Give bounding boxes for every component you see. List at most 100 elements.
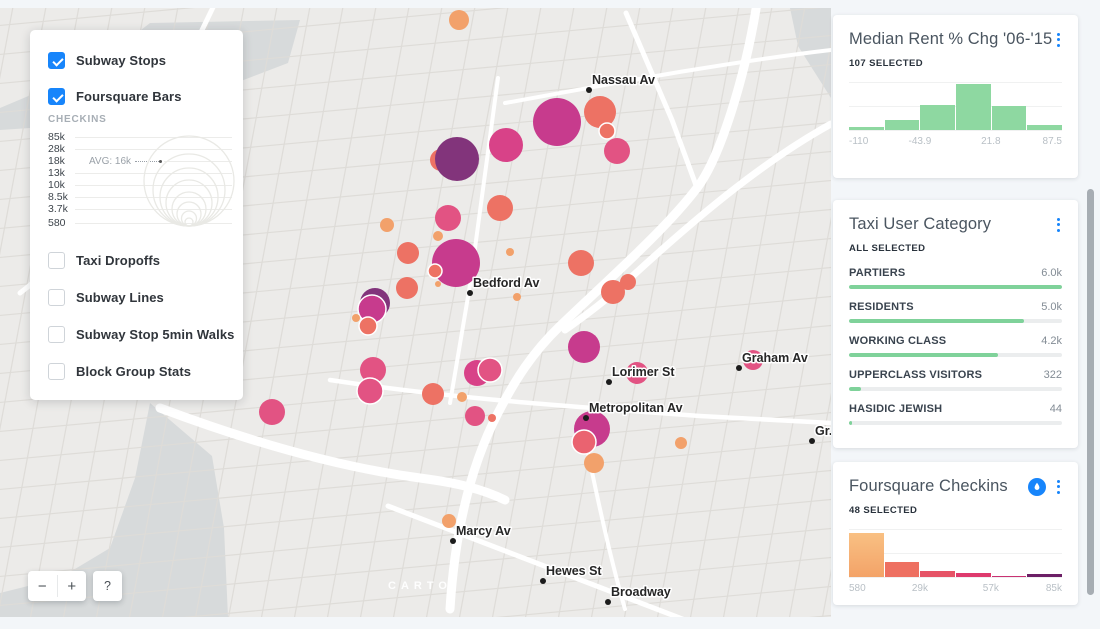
- checkins-histogram[interactable]: [849, 529, 1062, 577]
- style-by-value-badge[interactable]: [1028, 478, 1046, 496]
- axis-tick-label: 87.5: [1043, 136, 1062, 147]
- histogram-bar[interactable]: [992, 106, 1027, 130]
- subway-stop-dot[interactable]: [586, 87, 592, 93]
- histogram-bar[interactable]: [956, 573, 991, 577]
- avg-annotation: AVG: 16k: [75, 156, 135, 167]
- foursquare-bar-bubble[interactable]: [601, 280, 625, 304]
- subway-stop-dot[interactable]: [606, 379, 612, 385]
- foursquare-bar-bubble[interactable]: [357, 378, 383, 404]
- foursquare-bar-bubble[interactable]: [478, 358, 502, 382]
- histogram-bar[interactable]: [992, 576, 1027, 578]
- axis-tick-label: 580: [849, 583, 866, 594]
- foursquare-bar-bubble[interactable]: [435, 205, 461, 231]
- foursquare-bar-bubble[interactable]: [489, 128, 523, 162]
- rent-histogram[interactable]: [849, 82, 1062, 130]
- foursquare-bar-bubble[interactable]: [584, 96, 616, 128]
- histogram-bar[interactable]: [885, 120, 920, 130]
- widget-menu-kebab-icon[interactable]: [1055, 216, 1062, 234]
- widget-menu-kebab-icon[interactable]: [1055, 478, 1062, 496]
- histogram-bar[interactable]: [849, 533, 884, 577]
- histogram-bar[interactable]: [885, 562, 920, 577]
- foursquare-bar-bubble[interactable]: [604, 138, 630, 164]
- histogram-bar[interactable]: [956, 84, 991, 130]
- layer-taxi-dropoffs[interactable]: Taxi Dropoffs: [48, 252, 160, 269]
- foursquare-bar-bubble[interactable]: [568, 331, 600, 363]
- widget-title: Taxi User Category: [849, 215, 991, 234]
- category-bar: [849, 421, 852, 425]
- subway-stops-checkbox[interactable]: [48, 52, 65, 69]
- taxi-dropoffs-checkbox[interactable]: [48, 252, 65, 269]
- foursquare-bar-bubble[interactable]: [675, 437, 687, 449]
- foursquare-bar-bubble[interactable]: [513, 293, 521, 301]
- layer-subway-stops[interactable]: Subway Stops: [48, 52, 166, 69]
- foursquare-bar-bubble[interactable]: [380, 218, 394, 232]
- axis-tick-label: -43.9: [909, 136, 932, 147]
- subway-stop-dot[interactable]: [540, 578, 546, 584]
- foursquare-bar-bubble[interactable]: [533, 98, 581, 146]
- checkins-legend-title: CHECKINS: [48, 114, 107, 125]
- category-row[interactable]: RESIDENTS5.0k: [849, 301, 1062, 323]
- legend-size-label: 85k: [48, 131, 75, 143]
- widget-menu-kebab-icon[interactable]: [1055, 31, 1062, 49]
- histogram-bar[interactable]: [920, 571, 955, 577]
- help-button[interactable]: ?: [93, 571, 122, 601]
- foursquare-bar-bubble[interactable]: [465, 406, 485, 426]
- axis-tick-label: 21.8: [981, 136, 1000, 147]
- foursquare-bar-bubble[interactable]: [584, 453, 604, 473]
- subway-stop-dot[interactable]: [605, 599, 611, 605]
- foursquare-bar-bubble[interactable]: [352, 314, 360, 322]
- foursquare-bar-bubble[interactable]: [487, 195, 513, 221]
- legend-size-row: 8.5k: [48, 191, 232, 203]
- legend-size-label: 18k: [48, 155, 75, 167]
- foursquare-bar-bubble[interactable]: [396, 277, 418, 299]
- layer-subway-stop-5min-walks[interactable]: Subway Stop 5min Walks: [48, 326, 234, 343]
- foursquare-bar-bubble[interactable]: [433, 231, 443, 241]
- subway-stop-dot[interactable]: [736, 365, 742, 371]
- foursquare-bar-bubble[interactable]: [568, 250, 594, 276]
- subway-stop-dot[interactable]: [809, 438, 815, 444]
- subway-stop-dot[interactable]: [467, 290, 473, 296]
- foursquare-bar-bubble[interactable]: [572, 430, 596, 454]
- subway-stop-5min-walks-checkbox[interactable]: [48, 326, 65, 343]
- subway-lines-checkbox[interactable]: [48, 289, 65, 306]
- subway-stop-dot[interactable]: [583, 415, 589, 421]
- foursquare-bar-bubble[interactable]: [428, 264, 442, 278]
- foursquare-bar-bubble[interactable]: [442, 514, 456, 528]
- block-group-stats-checkbox[interactable]: [48, 363, 65, 380]
- legend-size-row: 10k: [48, 179, 232, 191]
- foursquare-bar-bubble[interactable]: [435, 281, 441, 287]
- layer-subway-lines[interactable]: Subway Lines: [48, 289, 164, 306]
- histogram-bar[interactable]: [849, 127, 884, 130]
- subway-stop-dot[interactable]: [450, 538, 456, 544]
- zoom-out-button[interactable]: −: [28, 571, 57, 601]
- foursquare-bar-bubble[interactable]: [457, 392, 467, 402]
- foursquare-bar-bubble[interactable]: [422, 383, 444, 405]
- foursquare-bar-bubble[interactable]: [259, 399, 285, 425]
- widget-median-rent: Median Rent % Chg '06-'15 107 SELECTED -…: [833, 15, 1078, 178]
- histogram-bar[interactable]: [920, 105, 955, 130]
- category-label: HASIDIC JEWISH: [849, 403, 942, 415]
- carto-attribution: CARTO: [388, 580, 452, 592]
- zoom-in-button[interactable]: +: [58, 571, 87, 601]
- foursquare-bars-checkbox[interactable]: [48, 88, 65, 105]
- foursquare-bar-bubble[interactable]: [449, 10, 469, 30]
- layers-panel: Subway Stops Foursquare Bars CHECKINS 85…: [30, 30, 243, 400]
- foursquare-bar-bubble[interactable]: [397, 242, 419, 264]
- layer-block-group-stats[interactable]: Block Group Stats: [48, 363, 191, 380]
- foursquare-bar-bubble[interactable]: [599, 123, 615, 139]
- foursquare-bar-bubble[interactable]: [488, 414, 496, 422]
- foursquare-bar-bubble[interactable]: [359, 317, 377, 335]
- category-rows: PARTIERS6.0k RESIDENTS5.0k WORKING CLASS4.…: [849, 267, 1062, 425]
- category-row[interactable]: WORKING CLASS4.2k: [849, 335, 1062, 357]
- sidebar-scrollbar[interactable]: [1087, 189, 1094, 595]
- foursquare-bar-bubble[interactable]: [435, 137, 479, 181]
- category-row[interactable]: PARTIERS6.0k: [849, 267, 1062, 289]
- foursquare-bar-bubble[interactable]: [506, 248, 514, 256]
- legend-size-label: 28k: [48, 143, 75, 155]
- histogram-bar[interactable]: [1027, 125, 1062, 130]
- layer-foursquare-bars[interactable]: Foursquare Bars: [48, 88, 182, 105]
- category-row[interactable]: HASIDIC JEWISH44: [849, 403, 1062, 425]
- widget-taxi-user-category: Taxi User Category ALL SELECTED PARTIERS…: [833, 200, 1078, 448]
- histogram-bar[interactable]: [1027, 574, 1062, 577]
- category-row[interactable]: UPPERCLASS VISITORS322: [849, 369, 1062, 391]
